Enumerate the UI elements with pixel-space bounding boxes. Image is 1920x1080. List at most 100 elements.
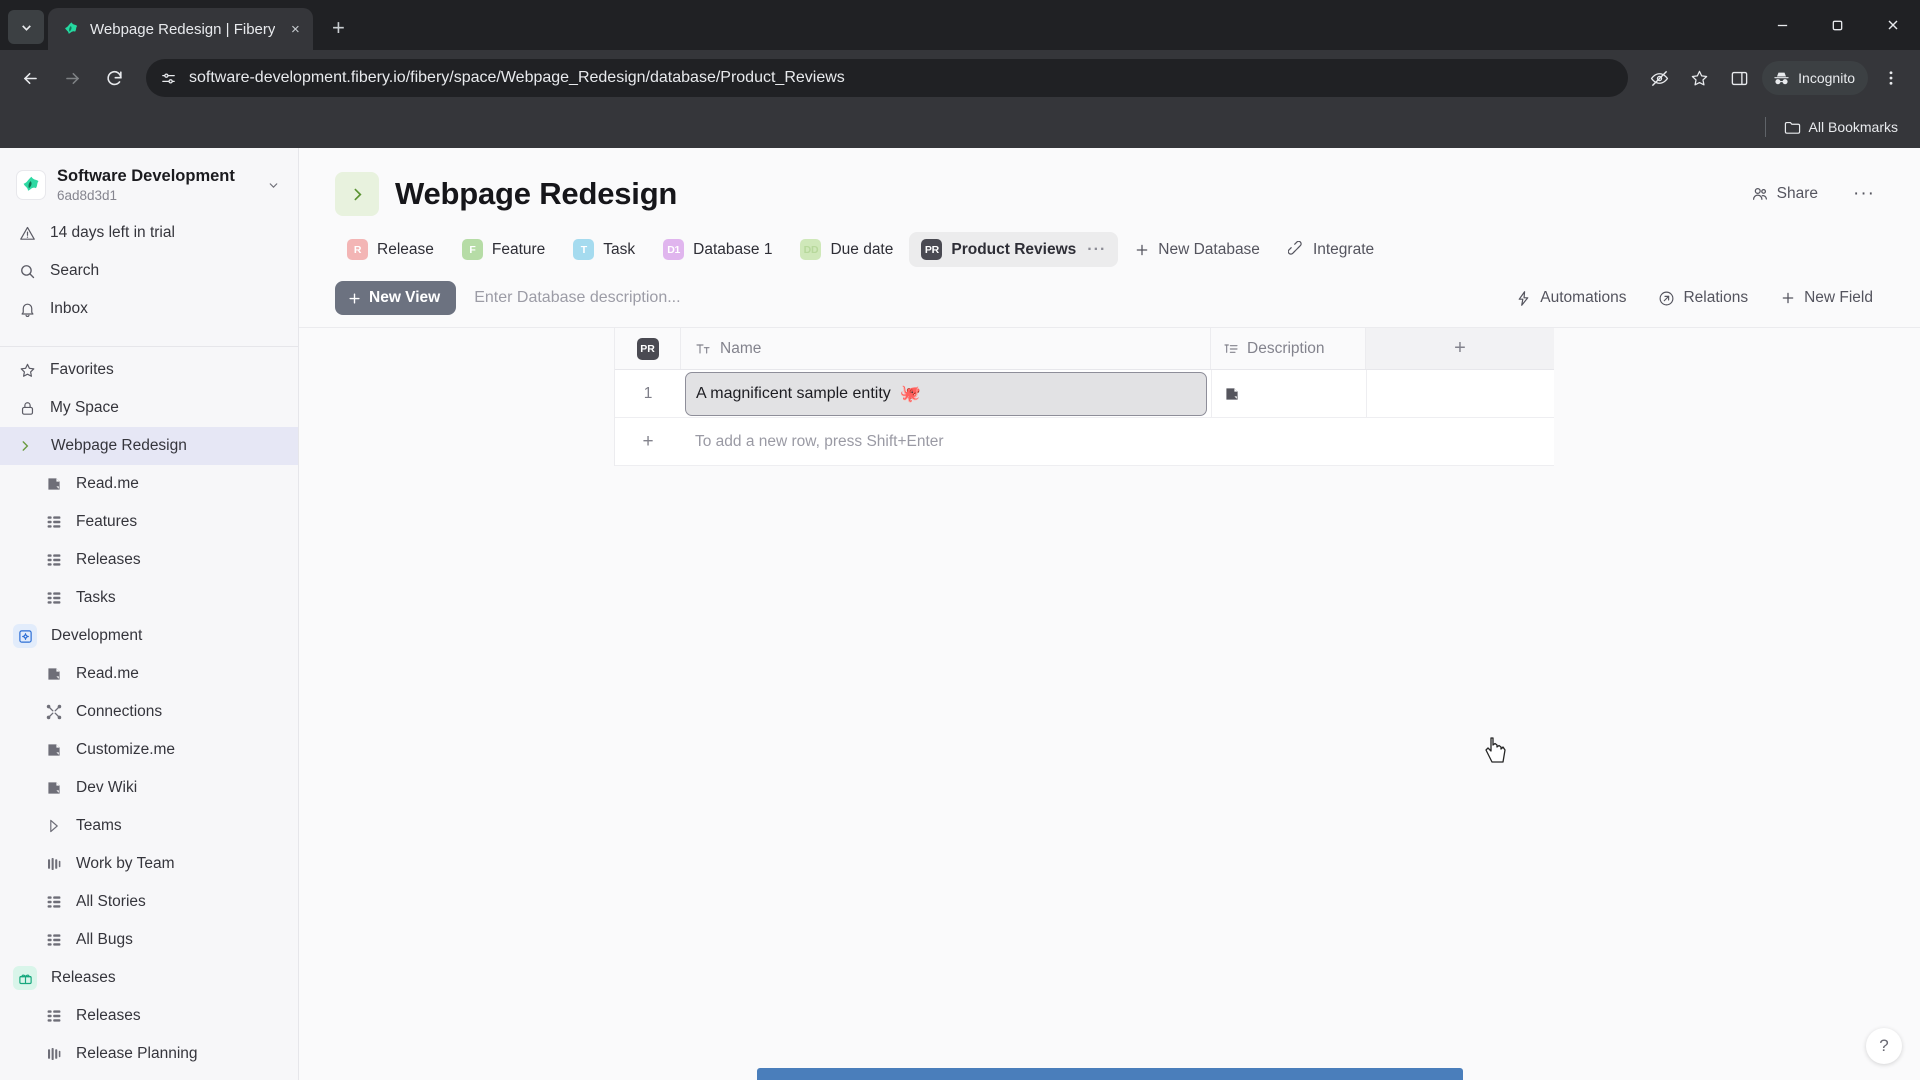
sidebar-item-connections[interactable]: Connections	[0, 693, 298, 731]
integrate-button[interactable]: Integrate	[1276, 234, 1386, 266]
sidebar-item-all-bugs[interactable]: All Bugs	[0, 921, 298, 959]
sidebar-item-releases-1[interactable]: Releases	[0, 541, 298, 579]
sidebar-item-label: Work by Team	[76, 855, 175, 873]
sidebar-space-label: Releases	[51, 969, 116, 987]
incognito-indicator[interactable]: Incognito	[1762, 61, 1868, 95]
sidebar-item-teams[interactable]: Teams	[0, 807, 298, 845]
share-button[interactable]: Share	[1741, 179, 1828, 209]
sidebar-item-readme-1[interactable]: Read.me	[0, 465, 298, 503]
sidebar-item-search[interactable]: Search	[0, 252, 298, 290]
sidebar-item-label: Connections	[76, 703, 163, 721]
back-button[interactable]	[12, 60, 48, 96]
new-database-button[interactable]: New Database	[1122, 234, 1272, 266]
bookmark-star-icon[interactable]	[1682, 61, 1716, 95]
kebab-menu-icon[interactable]	[1874, 61, 1908, 95]
eye-off-icon[interactable]	[1642, 61, 1676, 95]
incognito-icon	[1772, 69, 1791, 88]
row-name-cell[interactable]: A magnificent sample entity 🐙	[681, 370, 1211, 417]
automations-button[interactable]: Automations	[1504, 282, 1637, 314]
add-row[interactable]: + To add a new row, press Shift+Enter	[615, 418, 1554, 466]
sidebar-item-readme-2[interactable]: Read.me	[0, 655, 298, 693]
sidebar-item-my-space[interactable]: My Space	[0, 389, 298, 427]
new-field-button[interactable]: New Field	[1769, 282, 1884, 314]
sidebar-item-customize-me[interactable]: Customize.me	[0, 731, 298, 769]
chevron-down-icon[interactable]	[263, 179, 284, 192]
sidebar-item-release-planning[interactable]: Release Planning	[0, 1035, 298, 1073]
forward-button[interactable]	[54, 60, 90, 96]
document-icon	[44, 778, 64, 798]
row-tail-cell	[1366, 370, 1554, 417]
reload-button[interactable]	[96, 60, 132, 96]
site-settings-icon[interactable]	[160, 70, 177, 87]
help-button[interactable]: ?	[1866, 1028, 1902, 1064]
row-description-cell[interactable]	[1211, 370, 1366, 417]
db-tab-release[interactable]: R Release	[335, 232, 446, 267]
db-tab-label: Feature	[491, 240, 546, 258]
db-tab-database-1[interactable]: D1 Database 1	[651, 232, 784, 267]
close-icon[interactable]: ×	[285, 19, 305, 39]
grid-icon	[44, 930, 64, 950]
chevron-right-icon[interactable]	[13, 434, 37, 458]
sidebar-space-webpage-redesign[interactable]: Webpage Redesign	[0, 427, 298, 466]
workspace-selector[interactable]: Software Development 6ad8d3d1	[0, 156, 298, 214]
window-close-button[interactable]	[1865, 0, 1920, 50]
sidebar-item-trial[interactable]: 14 days left in trial	[0, 214, 298, 252]
sidebar-space-label: Development	[51, 627, 143, 645]
relations-button[interactable]: Relations	[1647, 282, 1759, 314]
board-icon	[44, 1044, 64, 1064]
side-panel-icon[interactable]	[1722, 61, 1756, 95]
selected-cell-editor[interactable]: A magnificent sample entity 🐙	[685, 371, 1207, 416]
automations-label: Automations	[1540, 289, 1627, 306]
main-header: Webpage Redesign Share ··· R Release F F…	[299, 148, 1920, 267]
tab-search-button[interactable]	[8, 10, 44, 44]
new-tab-button[interactable]: +	[321, 11, 355, 45]
people-icon	[1751, 185, 1769, 203]
add-row-icon[interactable]: +	[615, 418, 681, 465]
star-icon	[17, 360, 37, 380]
document-icon	[1224, 386, 1240, 402]
sidebar-item-inbox[interactable]: Inbox	[0, 290, 298, 328]
db-tab-feature[interactable]: F Feature	[450, 232, 557, 267]
browser-tab[interactable]: Webpage Redesign | Fibery ×	[48, 8, 314, 50]
window-maximize-button[interactable]	[1810, 0, 1865, 50]
fibery-workspace-logo-icon	[16, 170, 46, 201]
sidebar-space-releases[interactable]: Releases	[0, 959, 298, 997]
sidebar-item-all-stories[interactable]: All Stories	[0, 883, 298, 921]
all-bookmarks-button[interactable]: All Bookmarks	[1776, 114, 1906, 140]
sidebar-item-label: Inbox	[50, 300, 88, 318]
relations-icon	[1658, 290, 1675, 307]
add-column-button[interactable]: +	[1366, 328, 1554, 369]
sidebar-item-releases-2[interactable]: Releases	[0, 997, 298, 1035]
column-header-description[interactable]: Description	[1211, 328, 1366, 369]
workspace-name: Software Development	[57, 167, 235, 185]
sidebar-item-label: Releases	[76, 551, 141, 569]
window-minimize-button[interactable]	[1755, 0, 1810, 50]
add-row-hint: To add a new row, press Shift+Enter	[695, 432, 944, 450]
sidebar-item-dev-wiki[interactable]: Dev Wiki	[0, 769, 298, 807]
grid-header-row: PR Name Description +	[615, 328, 1554, 370]
db-tab-task[interactable]: T Task	[561, 232, 647, 267]
plus-icon	[1134, 242, 1150, 258]
column-header-name[interactable]: Name	[681, 328, 1211, 369]
db-tab-product-reviews[interactable]: PR Product Reviews ···	[909, 232, 1119, 267]
new-view-button[interactable]: New View	[335, 281, 457, 315]
sidebar-item-tasks[interactable]: Tasks	[0, 579, 298, 617]
db-tab-more-button[interactable]: ···	[1087, 241, 1106, 259]
header-more-button[interactable]: ···	[1844, 181, 1884, 207]
address-bar[interactable]: software-development.fibery.io/fibery/sp…	[146, 59, 1629, 97]
table-row[interactable]: 1 A magnificent sample entity 🐙	[615, 370, 1554, 418]
chevron-right-icon[interactable]	[335, 172, 379, 216]
sidebar-space-development[interactable]: Development	[0, 617, 298, 655]
grid-icon	[44, 892, 64, 912]
sidebar-item-label: Favorites	[50, 361, 114, 379]
sidebar-item-work-by-team[interactable]: Work by Team	[0, 845, 298, 883]
share-label: Share	[1776, 185, 1819, 202]
db-tab-due-date[interactable]: DD Due date	[788, 232, 905, 267]
database-description-input[interactable]: Enter Database description...	[474, 289, 680, 307]
sidebar-item-favorites[interactable]: Favorites	[0, 351, 298, 389]
view-toolbar-actions: Automations Relations New Field	[1504, 282, 1884, 314]
board-icon	[44, 854, 64, 874]
sidebar-item-features[interactable]: Features	[0, 503, 298, 541]
bell-icon	[17, 299, 37, 319]
all-bookmarks-label: All Bookmarks	[1808, 119, 1898, 135]
